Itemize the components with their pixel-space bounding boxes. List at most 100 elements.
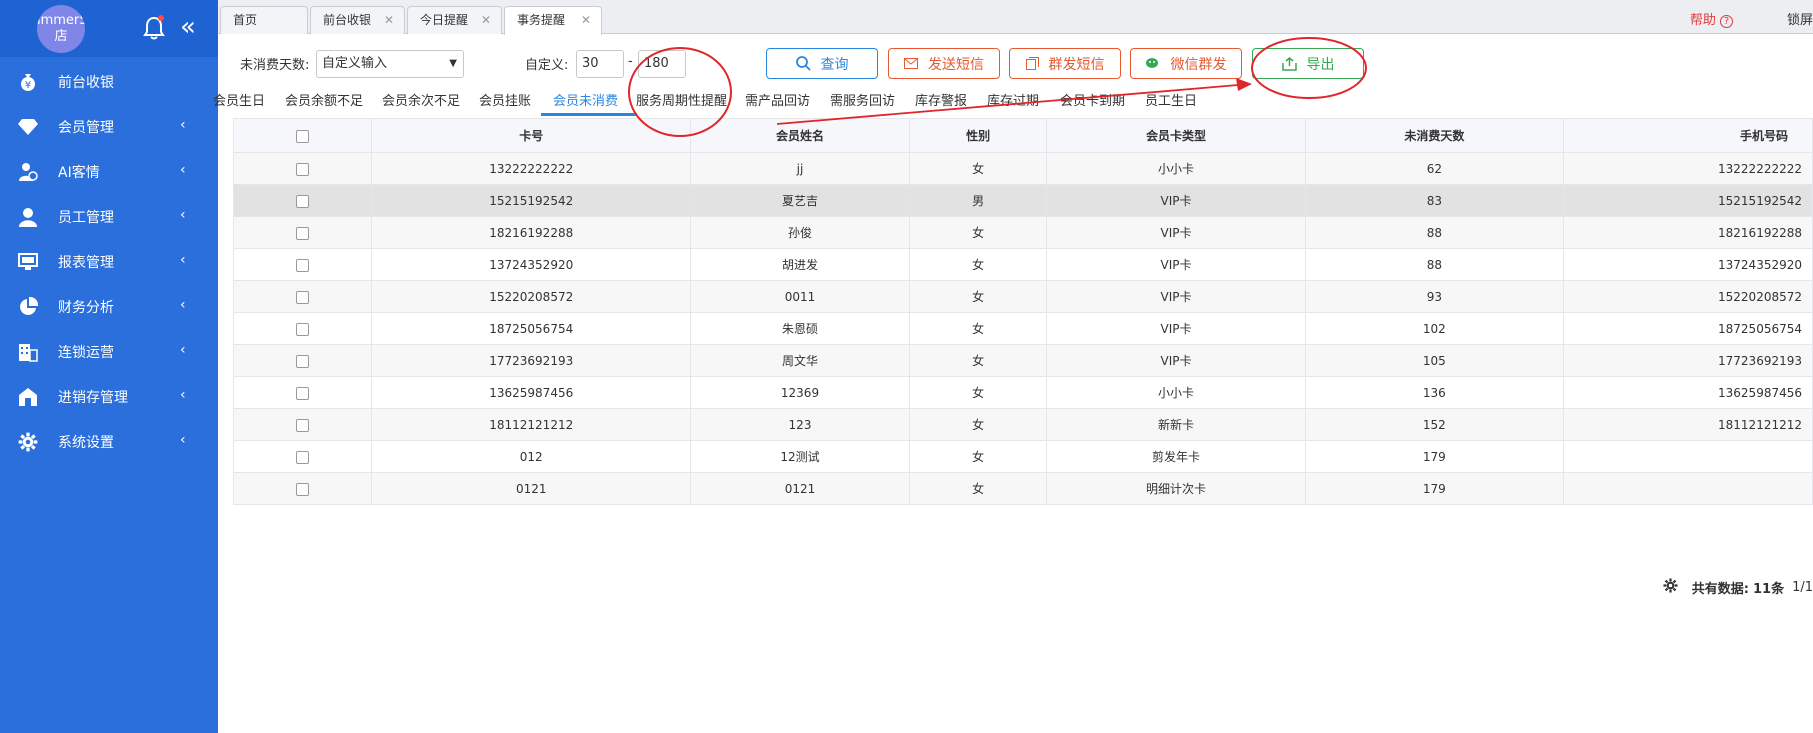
main-content: 首页 前台收银 ✕ 今日提醒 ✕ 事务提醒 ✕ 帮助 ? 锁屏 未消费天数: 自定义输…: [213, 0, 1813, 733]
table-row[interactable]: 0121 0121 女明细计次卡 179: [232, 472, 1813, 505]
sub-tab[interactable]: 会员未消费: [553, 90, 618, 109]
store-avatar[interactable]: summer5A店: [37, 5, 85, 53]
lock-screen-link[interactable]: 锁屏: [1787, 9, 1813, 28]
days-to-input[interactable]: 180: [638, 50, 686, 78]
table-settings-gear-icon[interactable]: [1663, 578, 1678, 597]
pie-chart-icon: [17, 296, 39, 318]
send-sms-button[interactable]: 发送短信: [888, 48, 1000, 79]
row-checkbox[interactable]: [296, 162, 310, 176]
query-button[interactable]: 查询: [766, 48, 878, 79]
phone-cell: 13625987456: [1563, 376, 1813, 409]
phone-cell: 13724352920: [1563, 248, 1813, 281]
row-select-cell: [232, 248, 373, 281]
help-label: 帮助: [1689, 13, 1716, 28]
sub-tab[interactable]: 会员余额不足: [285, 90, 363, 109]
card-number-cell: 13222222222: [371, 152, 692, 185]
user-icon: [17, 206, 39, 228]
row-checkbox[interactable]: [296, 290, 310, 304]
card-number-cell: 15220208572: [371, 280, 692, 313]
tab-today-reminder[interactable]: 今日提醒 ✕: [407, 6, 502, 34]
table-row[interactable]: 13625987456 12369 女小小卡 136 13625987456: [232, 376, 1813, 409]
sub-tab[interactable]: 库存警报: [915, 90, 967, 109]
chevron-left-icon: ‹: [180, 342, 186, 358]
sidebar-menu: ¥ 前台收银 会员管理 ‹ AI客情 ‹ 员工管理 ‹ 报表管理 ‹ 财务分析 ‹ 连锁运营 ‹ 进销存管理…: [0, 59, 218, 464]
row-checkbox[interactable]: [296, 354, 310, 368]
table-row[interactable]: 18112121212 123 女新新卡 152 18112121212: [232, 408, 1813, 441]
row-checkbox[interactable]: [296, 418, 310, 432]
sub-tab[interactable]: 库存过期: [987, 90, 1039, 109]
sidebar-item-label: 员工管理: [58, 209, 114, 226]
table-row[interactable]: 18725056754 朱恩硕女 VIP卡 102 18725056754: [232, 312, 1813, 345]
row-checkbox[interactable]: [296, 450, 310, 464]
help-link[interactable]: 帮助 ?: [1690, 9, 1733, 28]
sub-tab[interactable]: 员工生日: [1145, 90, 1197, 109]
tab-label: 首页: [233, 13, 258, 27]
sidebar-header: summer5A店 «: [0, 0, 218, 57]
phone-cell: 18725056754: [1563, 312, 1813, 345]
sub-tab[interactable]: 会员卡到期: [1060, 90, 1125, 109]
col-phone[interactable]: 手机号码: [1563, 118, 1813, 153]
row-checkbox[interactable]: [296, 482, 310, 496]
unused-days-cell: 62: [1304, 152, 1565, 185]
sidebar-item[interactable]: 连锁运营 ‹: [0, 329, 218, 374]
table-row[interactable]: 13724352920 胡进发女 VIP卡 88 13724352920: [232, 248, 1813, 281]
notification-dot: [158, 15, 164, 21]
sidebar-item[interactable]: 进销存管理 ‹: [0, 374, 218, 419]
sidebar-item[interactable]: AI客情 ‹: [0, 149, 218, 194]
gender-cell: 男: [908, 184, 1048, 217]
close-tab-icon[interactable]: ✕: [384, 7, 394, 34]
days-select[interactable]: 自定义输入 ▼: [316, 50, 464, 78]
col-card-type[interactable]: 会员卡类型: [1046, 118, 1306, 153]
total-value: 11条: [1752, 582, 1785, 597]
wechat-bulk-button[interactable]: 微信群发: [1130, 48, 1242, 79]
col-member-name[interactable]: 会员姓名: [690, 118, 910, 153]
collapse-sidebar-icon[interactable]: «: [180, 14, 196, 40]
col-gender[interactable]: 性别: [908, 118, 1048, 153]
sidebar-item[interactable]: 报表管理 ‹: [0, 239, 218, 284]
table-row[interactable]: 15215192542 夏艺吉男 VIP卡 83 15215192542: [232, 184, 1813, 217]
select-all-checkbox[interactable]: [296, 129, 310, 143]
sidebar-item[interactable]: 会员管理 ‹: [0, 104, 218, 149]
row-checkbox[interactable]: [296, 386, 310, 400]
col-unused-days[interactable]: 未消费天数: [1304, 118, 1565, 153]
row-select-cell: [232, 344, 373, 377]
sidebar-item[interactable]: 财务分析 ‹: [0, 284, 218, 329]
table-row[interactable]: 17723692193 周文华女 VIP卡 105 17723692193: [232, 344, 1813, 377]
table-row[interactable]: 13222222222 jj 女小小卡 62 13222222222: [232, 152, 1813, 185]
sub-tab[interactable]: 需产品回访: [745, 90, 810, 109]
tab-affairs-reminder[interactable]: 事务提醒 ✕: [504, 6, 602, 35]
sub-tab[interactable]: 会员挂账: [479, 90, 531, 109]
bulk-sms-button[interactable]: 群发短信: [1009, 48, 1121, 79]
chevron-left-icon: ‹: [180, 387, 186, 403]
close-tab-icon[interactable]: ✕: [581, 7, 591, 34]
sub-tab[interactable]: 会员余次不足: [382, 90, 460, 109]
gender-cell: 女: [908, 408, 1048, 441]
col-card-number[interactable]: 卡号: [371, 118, 692, 153]
sub-tab[interactable]: 服务周期性提醒: [636, 90, 727, 109]
unused-days-cell: 136: [1304, 376, 1565, 409]
days-from-input[interactable]: 30: [576, 50, 624, 78]
row-checkbox[interactable]: [296, 226, 310, 240]
table-row[interactable]: 012 12测试女剪发年卡 179: [232, 440, 1813, 473]
gender-cell: 女: [908, 216, 1048, 249]
table-row[interactable]: 15220208572 0011 女 VIP卡 93 15220208572: [232, 280, 1813, 313]
sub-tab[interactable]: 需服务回访: [830, 90, 895, 109]
row-checkbox[interactable]: [296, 194, 310, 208]
close-tab-icon[interactable]: ✕: [481, 7, 491, 34]
sub-tab[interactable]: 会员生日: [213, 90, 265, 109]
sidebar-item[interactable]: ¥ 前台收银: [0, 59, 218, 104]
tab-cashier[interactable]: 前台收银 ✕: [310, 6, 405, 34]
export-button[interactable]: 导出: [1252, 48, 1364, 79]
tab-home[interactable]: 首页: [220, 6, 308, 34]
table-row[interactable]: 18216192288 孙俊女 VIP卡 88 18216192288: [232, 216, 1813, 249]
card-type-cell: VIP卡: [1046, 312, 1306, 345]
row-checkbox[interactable]: [296, 322, 310, 336]
sidebar-item-label: 系统设置: [58, 434, 114, 451]
sidebar-item[interactable]: 系统设置 ‹: [0, 419, 218, 464]
member-name-cell: 0121: [690, 472, 910, 505]
gender-cell: 女: [908, 152, 1048, 185]
row-checkbox[interactable]: [296, 258, 310, 272]
sidebar-item[interactable]: 员工管理 ‹: [0, 194, 218, 239]
tab-label: 今日提醒: [420, 13, 469, 27]
members-table: 卡号 会员姓名 性别 会员卡类型 未消费天数 手机号码 13222222222 j…: [232, 118, 1813, 505]
